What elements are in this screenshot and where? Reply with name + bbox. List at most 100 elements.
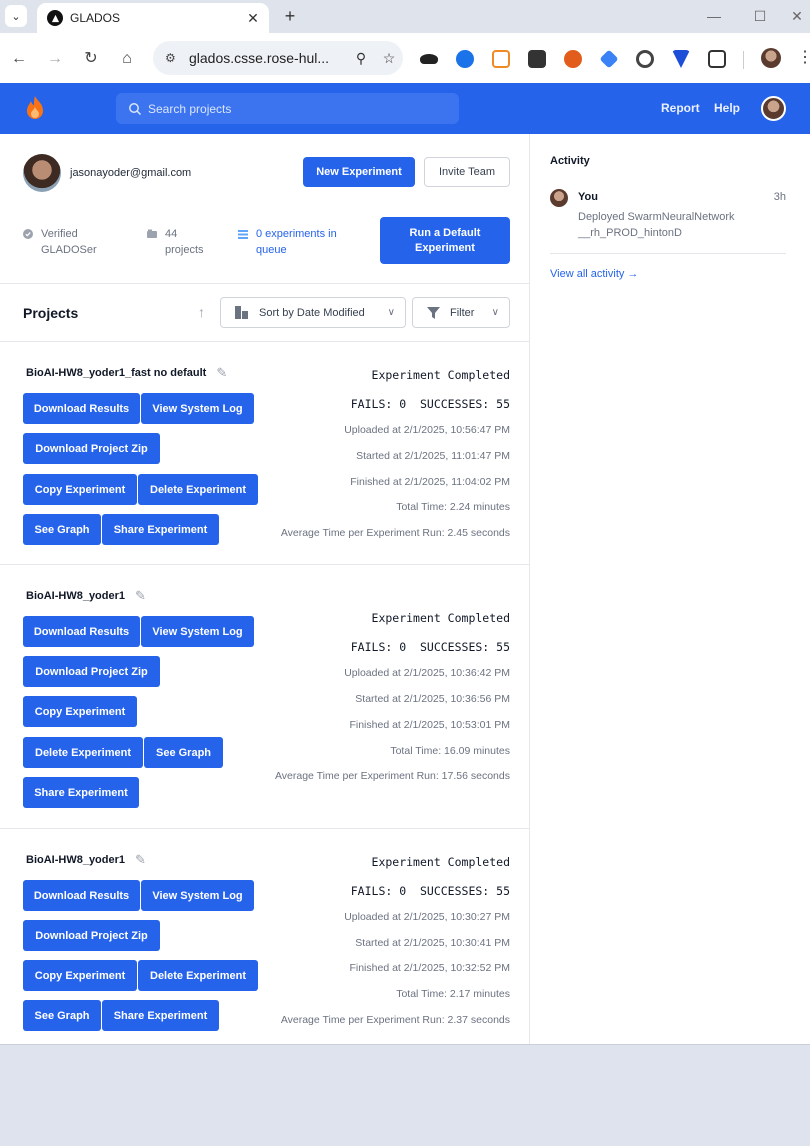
search-input[interactable] bbox=[148, 101, 448, 116]
terminal-extension-icon[interactable] bbox=[528, 50, 546, 68]
app-header: Report Help bbox=[0, 83, 810, 134]
activity-desc-line2: __rh_PROD_hintonD bbox=[578, 227, 682, 239]
back-icon[interactable]: ← bbox=[8, 48, 30, 70]
home-icon[interactable]: ⌂ bbox=[116, 48, 138, 70]
filter-label: Filter bbox=[450, 306, 475, 319]
share-experiment-button[interactable]: Share Experiment bbox=[102, 514, 219, 545]
sort-label: Sort by Date Modified bbox=[259, 306, 365, 319]
diamond-extension-icon[interactable] bbox=[599, 49, 619, 69]
download-project-zip-button[interactable]: Download Project Zip bbox=[23, 433, 160, 464]
glados-favicon-icon bbox=[47, 10, 63, 26]
finished-time: Finished at 2/1/2025, 10:53:01 PM bbox=[349, 719, 510, 731]
more-menu-icon[interactable]: ⋮ bbox=[797, 47, 810, 67]
project-name[interactable]: BioAI-HW8_yoder1_fast no default ✎ bbox=[26, 365, 227, 381]
close-icon[interactable]: ✕ bbox=[243, 10, 263, 27]
sort-direction-icon[interactable]: ↑ bbox=[198, 304, 205, 320]
invite-team-button[interactable]: Invite Team bbox=[424, 157, 510, 187]
view-system-log-button[interactable]: View System Log bbox=[141, 616, 254, 647]
activity-desc-line1: Deployed SwarmNeuralNetwork bbox=[578, 211, 735, 223]
forward-icon[interactable]: → bbox=[44, 48, 66, 70]
window-close-icon[interactable]: ✕ bbox=[782, 6, 810, 26]
pocket-extension-icon[interactable] bbox=[492, 50, 510, 68]
activity-time: 3h bbox=[773, 191, 786, 203]
bookmark-star-icon[interactable]: ☆ bbox=[375, 50, 403, 67]
queue-stat[interactable]: 0 experiments in queue bbox=[238, 226, 337, 258]
browser-profile-avatar[interactable] bbox=[761, 48, 781, 68]
projects-count: 44 bbox=[165, 228, 178, 240]
site-settings-icon[interactable]: ⚙ bbox=[165, 51, 181, 65]
view-system-log-button[interactable]: View System Log bbox=[141, 393, 254, 424]
pencil-edit-icon[interactable]: ✎ bbox=[135, 852, 146, 868]
delete-experiment-button[interactable]: Delete Experiment bbox=[23, 737, 143, 768]
minimize-icon[interactable]: — bbox=[699, 6, 729, 26]
total-time: Total Time: 16.09 minutes bbox=[390, 745, 510, 757]
browser-tab[interactable]: GLADOS ✕ bbox=[37, 3, 269, 33]
new-experiment-button[interactable]: New Experiment bbox=[303, 157, 415, 187]
project-name[interactable]: BioAI-HW8_yoder1 ✎ bbox=[26, 852, 146, 868]
fail-success-counts: FAILS: 0 SUCCESSES: 55 bbox=[350, 640, 510, 654]
see-graph-button[interactable]: See Graph bbox=[144, 737, 223, 768]
delete-experiment-button[interactable]: Delete Experiment bbox=[138, 474, 258, 505]
copy-experiment-button[interactable]: Copy Experiment bbox=[23, 696, 137, 727]
new-tab-button[interactable]: + bbox=[280, 6, 300, 26]
maximize-icon[interactable]: ☐ bbox=[745, 6, 775, 26]
grammarly-extension-icon[interactable] bbox=[636, 50, 654, 68]
see-graph-button[interactable]: See Graph bbox=[23, 1000, 101, 1031]
finished-time: Finished at 2/1/2025, 10:32:52 PM bbox=[349, 962, 510, 974]
average-time: Average Time per Experiment Run: 2.45 se… bbox=[280, 527, 510, 539]
projects-title: Projects bbox=[23, 305, 79, 321]
sync-extension-icon[interactable] bbox=[456, 50, 474, 68]
download-results-button[interactable]: Download Results bbox=[23, 616, 140, 647]
pencil-edit-icon[interactable]: ✎ bbox=[216, 365, 227, 381]
chevron-down-icon: ∨ bbox=[491, 307, 499, 318]
copy-experiment-button[interactable]: Copy Experiment bbox=[23, 474, 137, 505]
vee-extension-icon[interactable] bbox=[672, 50, 690, 68]
user-avatar[interactable] bbox=[761, 96, 786, 121]
toolbar-separator bbox=[743, 51, 744, 69]
sort-select[interactable]: Sort by Date Modified ∨ bbox=[220, 297, 406, 328]
pencil-edit-icon[interactable]: ✎ bbox=[135, 588, 146, 604]
share-experiment-button[interactable]: Share Experiment bbox=[23, 777, 139, 808]
flame-logo-icon[interactable] bbox=[23, 95, 47, 121]
run-default-line1: Run a Default bbox=[409, 226, 481, 239]
started-time: Started at 2/1/2025, 10:30:41 PM bbox=[355, 937, 510, 949]
share-experiment-button[interactable]: Share Experiment bbox=[102, 1000, 219, 1031]
url-text: glados.csse.rose-hul... bbox=[189, 50, 330, 66]
view-all-activity-link[interactable]: View all activity → bbox=[550, 268, 638, 280]
filter-button[interactable]: Filter ∨ bbox=[412, 297, 510, 328]
cloud-extension-icon[interactable] bbox=[420, 54, 438, 64]
user-email: jasonayoder@gmail.com bbox=[70, 167, 192, 179]
view-system-log-button[interactable]: View System Log bbox=[141, 880, 254, 911]
delete-experiment-button[interactable]: Delete Experiment bbox=[138, 960, 258, 991]
search-bar[interactable] bbox=[116, 93, 459, 124]
address-bar[interactable]: ⚙ glados.csse.rose-hul... ⚲ ☆ bbox=[153, 41, 403, 75]
project-card: BioAI-HW8_yoder1_fast no default ✎ Downlo… bbox=[0, 342, 530, 564]
average-time: Average Time per Experiment Run: 17.56 s… bbox=[274, 770, 510, 782]
divider bbox=[0, 283, 530, 284]
copy-experiment-button[interactable]: Copy Experiment bbox=[23, 960, 137, 991]
queue-line2: queue bbox=[256, 244, 287, 256]
uploaded-time: Uploaded at 2/1/2025, 10:56:47 PM bbox=[344, 424, 510, 436]
project-name-text: BioAI-HW8_yoder1 bbox=[26, 590, 126, 602]
download-results-button[interactable]: Download Results bbox=[23, 393, 140, 424]
ublock-extension-icon[interactable] bbox=[564, 50, 582, 68]
report-link[interactable]: Report bbox=[661, 101, 700, 115]
see-graph-button[interactable]: See Graph bbox=[23, 514, 101, 545]
download-results-button[interactable]: Download Results bbox=[23, 880, 140, 911]
activity-description: Deployed SwarmNeuralNetwork __rh_PROD_hi… bbox=[578, 209, 758, 241]
project-card: BioAI-HW8_yoder1 ✎ Download Results View … bbox=[0, 565, 530, 828]
run-default-experiment-button[interactable]: Run a Default Experiment bbox=[380, 217, 510, 264]
puzzle-extensions-icon[interactable] bbox=[708, 50, 726, 68]
uploaded-time: Uploaded at 2/1/2025, 10:30:27 PM bbox=[344, 911, 510, 923]
download-project-zip-button[interactable]: Download Project Zip bbox=[23, 656, 160, 687]
verified-line2: GLADOSer bbox=[41, 244, 97, 256]
reload-icon[interactable]: ↻ bbox=[80, 48, 102, 70]
projects-stat: 44 projects bbox=[147, 226, 204, 258]
tab-search-button[interactable]: ⌄ bbox=[5, 5, 27, 27]
help-link[interactable]: Help bbox=[714, 101, 740, 115]
zoom-icon[interactable]: ⚲ bbox=[347, 50, 375, 67]
download-project-zip-button[interactable]: Download Project Zip bbox=[23, 920, 160, 951]
total-time: Total Time: 2.17 minutes bbox=[396, 988, 510, 1000]
project-name[interactable]: BioAI-HW8_yoder1 ✎ bbox=[26, 588, 146, 604]
sort-icon bbox=[235, 306, 248, 319]
